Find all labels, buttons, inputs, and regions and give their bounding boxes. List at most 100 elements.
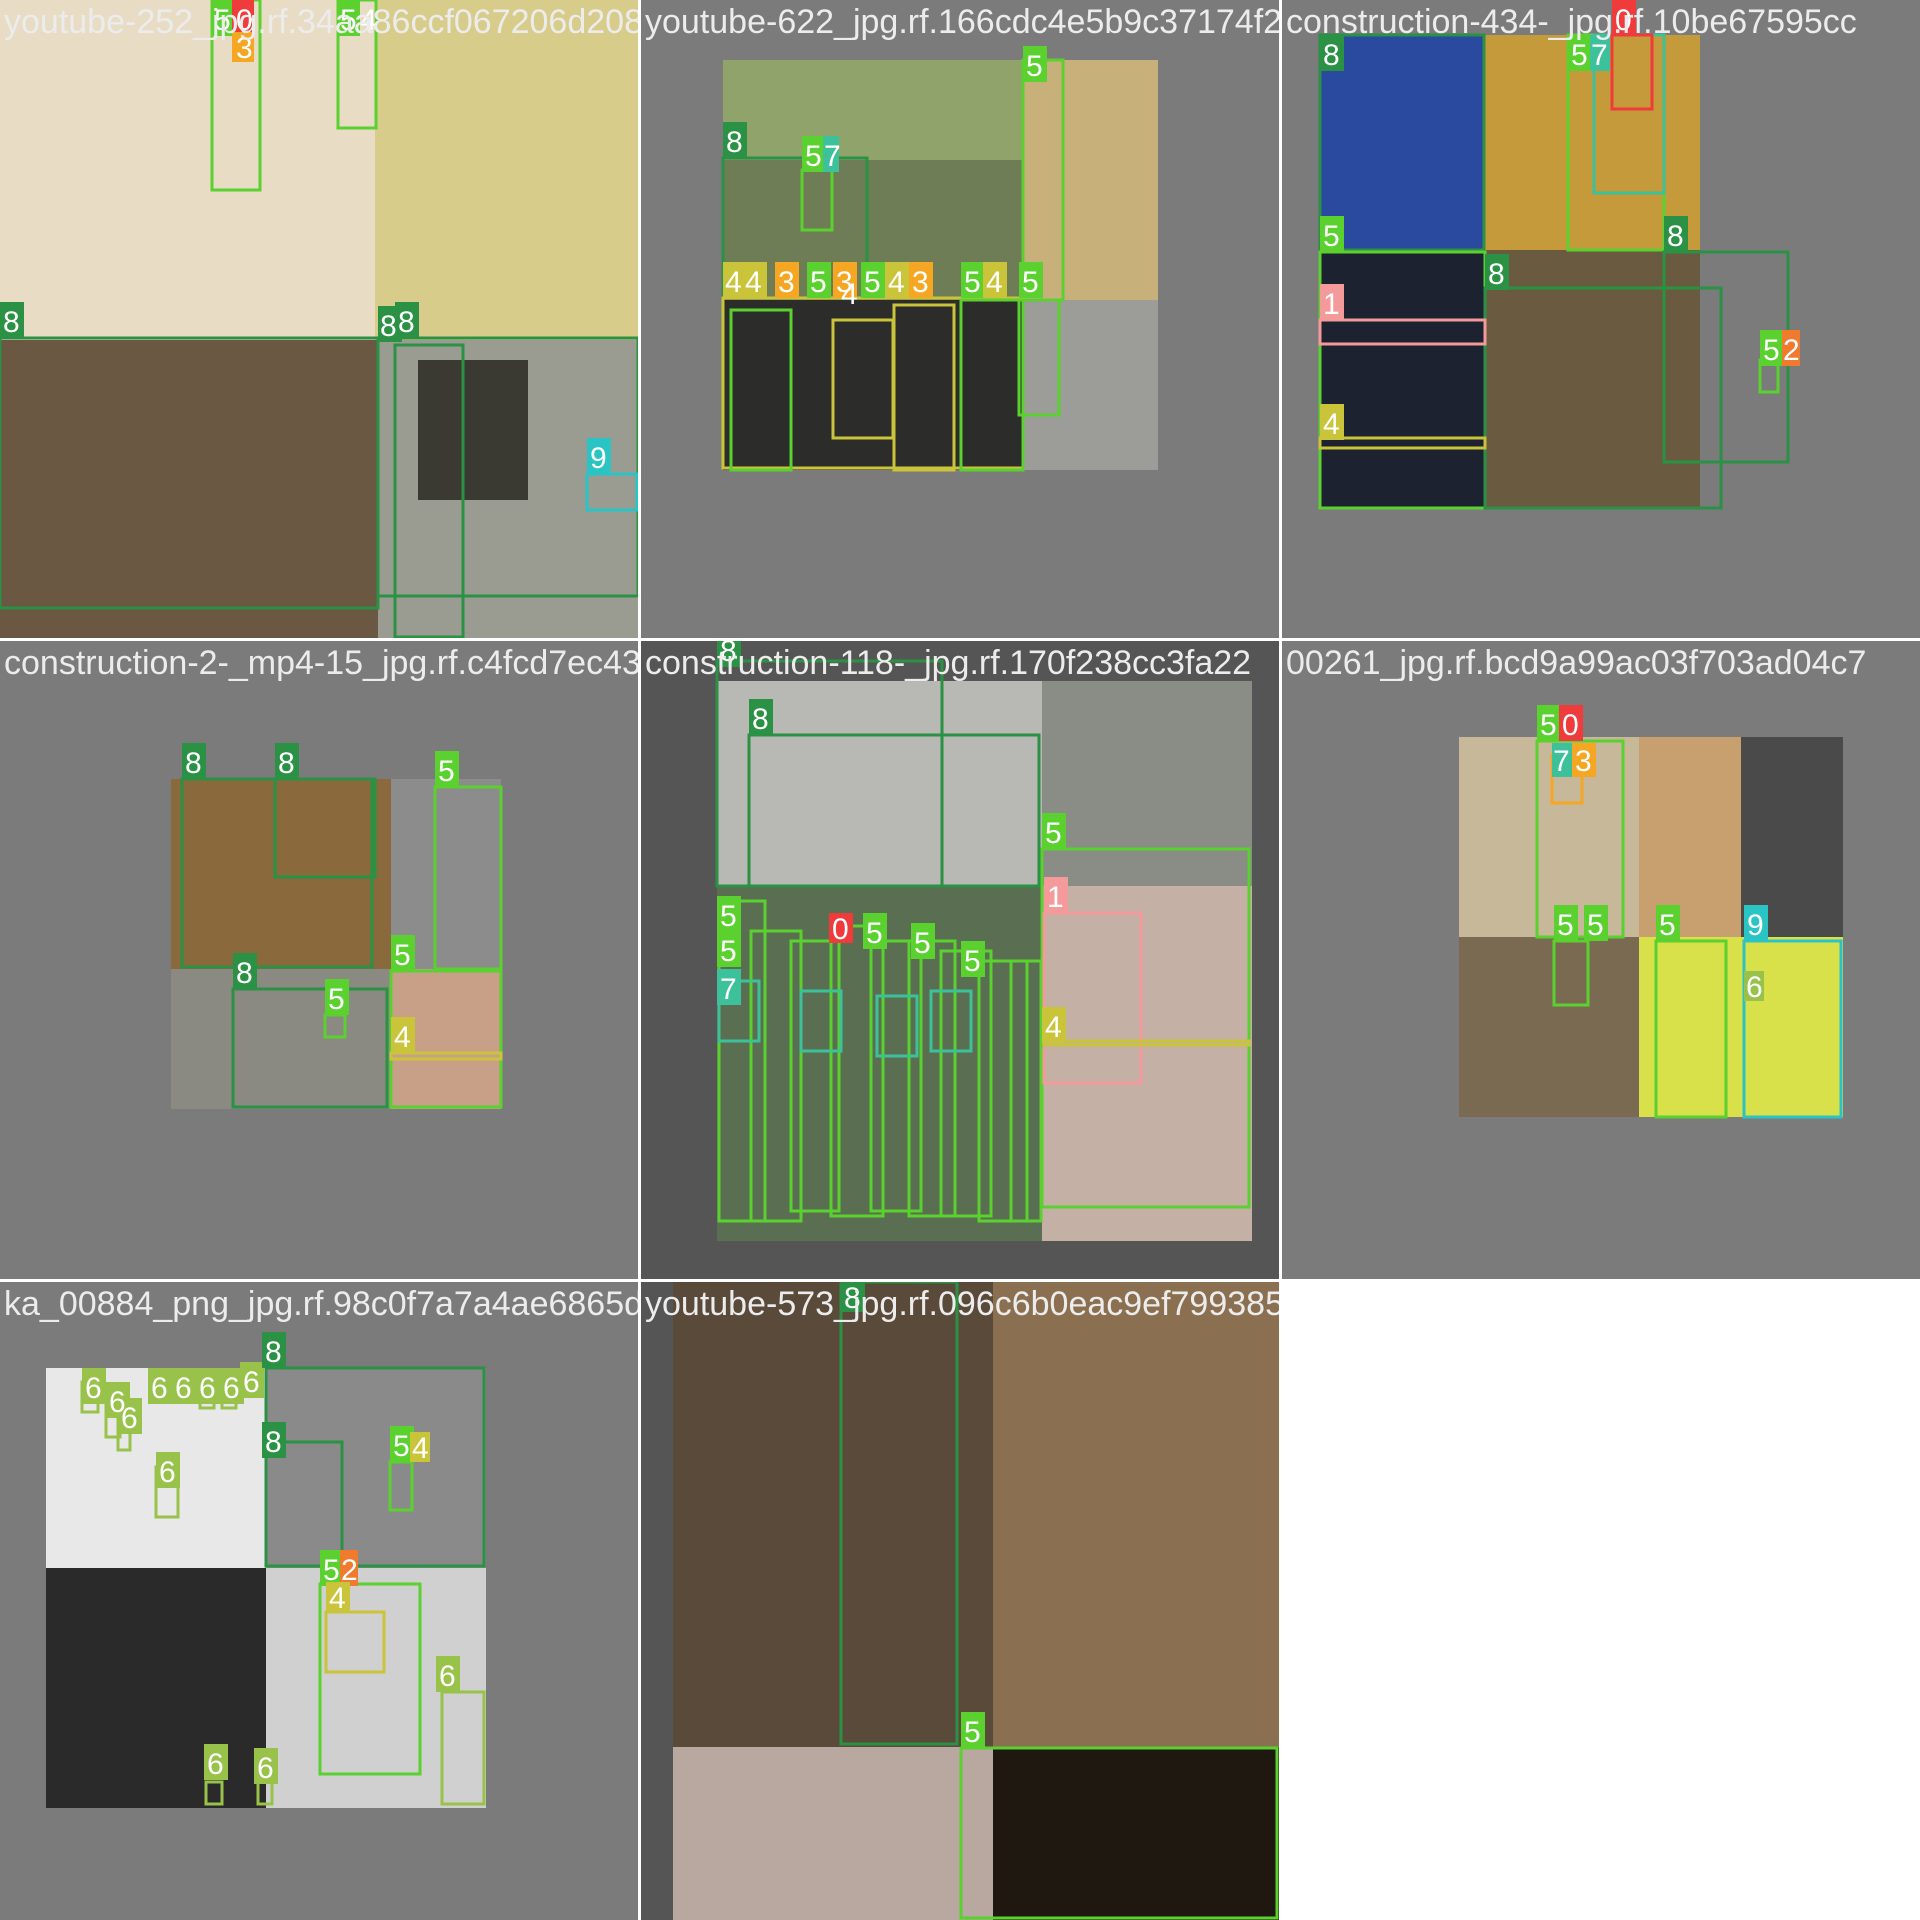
photo-region <box>993 1282 1279 1747</box>
bbox-class-label: 8 <box>398 306 415 339</box>
bbox-class-label: 5 <box>964 1716 981 1749</box>
photo-region <box>171 779 391 969</box>
bbox-class-label: 8 <box>265 1426 282 1459</box>
bbox-class-label: 6 <box>199 1372 216 1405</box>
tile-8-canvas: 8 5 <box>673 1282 1279 1920</box>
bbox-class-label: 5 <box>866 917 883 950</box>
tile-7-canvas: 6 6 6 6 6 6 6 6 6 8 8 5 4 5 2 4 6 6 6 <box>46 1332 486 1808</box>
tile-filename: 00261_jpg.rf.bcd9a99ac03f703ad04c7 <box>1286 644 1867 682</box>
bbox-class-label: 5 <box>964 945 981 978</box>
bbox-class-label: 1 <box>1323 288 1340 321</box>
bbox-class-label: 5 <box>720 935 737 968</box>
tile-filename: youtube-252_jpg.rf.34aa86ccf067206d2084b <box>4 3 638 41</box>
bbox-class-label: 6 <box>223 1372 240 1405</box>
bbox-class-label: 6 <box>151 1372 168 1405</box>
bbox-class-label: 6 <box>121 1402 138 1435</box>
bbox-class-label: 3 <box>1575 745 1592 778</box>
bbox-class-label: 3 <box>778 266 795 299</box>
mosaic-tile-7: 6 6 6 6 6 6 6 6 6 8 8 5 4 5 2 4 6 6 6 ka… <box>0 1282 638 1920</box>
photo-region <box>1459 737 1639 937</box>
bbox-class-label: 6 <box>439 1660 456 1693</box>
tile-filename: construction-2-_mp4-15_jpg.rf.c4fcd7ec43 <box>4 644 638 682</box>
bbox-class-label: 8 <box>265 1336 282 1369</box>
photo-region <box>1320 250 1485 508</box>
bbox-class-label: 1 <box>1047 881 1064 914</box>
bbox-class-label: 6 <box>175 1372 192 1405</box>
bbox-class-label: 5 <box>1026 50 1043 83</box>
bbox-class-label: 5 <box>1659 909 1676 942</box>
bbox-class-label: 8 <box>380 310 397 343</box>
bbox-class-label: 8 <box>1323 39 1340 72</box>
tile-filename: construction-118-_jpg.rf.170f238cc3fa22 <box>645 644 1252 682</box>
bbox-class-label: 9 <box>590 442 607 475</box>
bbox-class-label: 4 <box>412 1432 429 1465</box>
bbox-class-label: 4 <box>725 266 742 299</box>
photo-region <box>1042 886 1252 1241</box>
tile-5-canvas: 8 8 5 1 4 5 5 5 0 5 7 5 <box>715 641 1252 1241</box>
bbox-class-label: 7 <box>1591 39 1608 72</box>
bbox-class-label: 4 <box>1323 408 1340 441</box>
mosaic-tile-5: 8 8 5 1 4 5 5 5 0 5 7 5 construction-118… <box>641 641 1279 1279</box>
photo-region <box>1639 737 1741 937</box>
photo-region <box>993 1747 1279 1920</box>
bbox-class-label: 5 <box>1045 817 1062 850</box>
bbox-class-label: 8 <box>185 747 202 780</box>
mosaic-tile-3: 8 5 7 0 5 8 8 1 4 5 2 construction-434-_… <box>1282 0 1920 638</box>
bbox-class-label: 6 <box>207 1748 224 1781</box>
photo-region <box>46 1568 266 1808</box>
photo-region <box>1042 681 1252 886</box>
empty-tile <box>1282 1282 1920 1920</box>
bbox-class-label: 7 <box>720 973 737 1006</box>
mosaic-tile-1: 5 0 3 5 4 8 8 8 9 youtube-252_jpg.rf.34a… <box>0 0 638 638</box>
bbox-class-label: 5 <box>1540 709 1557 742</box>
bbox-class-label: 8 <box>752 703 769 736</box>
photo-region <box>1023 300 1158 470</box>
excavator-shape <box>418 360 528 500</box>
tile-filename: ka_00884_png_jpg.rf.98c0f7a7a4ae6865d260 <box>4 1285 638 1323</box>
bbox-class-label: 5 <box>1022 266 1039 299</box>
bbox-class-label: 2 <box>1783 334 1800 367</box>
bbox-class-label: 4 <box>329 1582 346 1615</box>
bbox-class-label: 6 <box>85 1372 102 1405</box>
photo-region <box>1320 35 1484 250</box>
photo-region <box>673 1282 993 1747</box>
bbox-class-label: 5 <box>1571 39 1588 72</box>
tile-3-canvas: 8 5 7 0 5 8 8 1 4 5 2 <box>1318 0 1800 510</box>
photo-region <box>673 1747 993 1920</box>
bbox-class-label: 5 <box>805 140 822 173</box>
photo-region <box>723 60 1023 160</box>
bbox-class-label: 5 <box>394 939 411 972</box>
bbox-class-label: 5 <box>864 266 881 299</box>
photo-region <box>0 340 378 638</box>
bbox-class-label: 0 <box>1562 709 1579 742</box>
bbox-class-label: 8 <box>1488 258 1505 291</box>
bbox-class-label: 4 <box>1045 1011 1062 1044</box>
bbox-class-label: 3 <box>912 266 929 299</box>
tile-6-canvas: 5 0 7 3 5 5 5 9 6 <box>1459 705 1843 1119</box>
bbox-class-label: 7 <box>824 140 841 173</box>
bbox-class-label: 9 <box>1747 909 1764 942</box>
photo-region <box>266 1368 486 1568</box>
bbox-class-label: 4 <box>394 1021 411 1054</box>
bbox-class-label: 0 <box>832 913 849 946</box>
bbox-class-label: 5 <box>1323 220 1340 253</box>
bbox-class-label: 5 <box>720 900 737 933</box>
bbox-class-label: 5 <box>810 266 827 299</box>
bbox-class-label: 7 <box>1553 745 1570 778</box>
mosaic-tile-2: 5 8 5 7 4 4 3 5 3 4 5 4 3 5 4 5 youtube-… <box>641 0 1279 638</box>
bbox-class-label: 5 <box>393 1430 410 1463</box>
tile-filename: youtube-573_jpg.rf.096c6b0eac9ef799385e1 <box>645 1285 1279 1323</box>
bbox-class-label: 6 <box>1746 971 1763 1004</box>
tile-2-canvas: 5 8 5 7 4 4 3 5 3 4 5 4 3 5 4 5 <box>721 46 1158 472</box>
bbox-class-label: 5 <box>1763 334 1780 367</box>
bbox-class-label: 8 <box>1667 220 1684 253</box>
bbox-class-label: 6 <box>243 1366 260 1399</box>
bbox-class-label: 5 <box>914 927 931 960</box>
bbox-class-label: 8 <box>236 957 253 990</box>
bbox-class-label: 6 <box>257 1752 274 1785</box>
photo-region <box>375 0 638 340</box>
mosaic-tile-8: 8 5 youtube-573_jpg.rf.096c6b0eac9ef7993… <box>641 1282 1279 1920</box>
bbox-class-label: 8 <box>3 306 20 339</box>
bbox-class-label: 8 <box>726 126 743 159</box>
mosaic-tile-4: 8 8 5 8 5 5 4 construction-2-_mp4-15_jpg… <box>0 641 638 1279</box>
